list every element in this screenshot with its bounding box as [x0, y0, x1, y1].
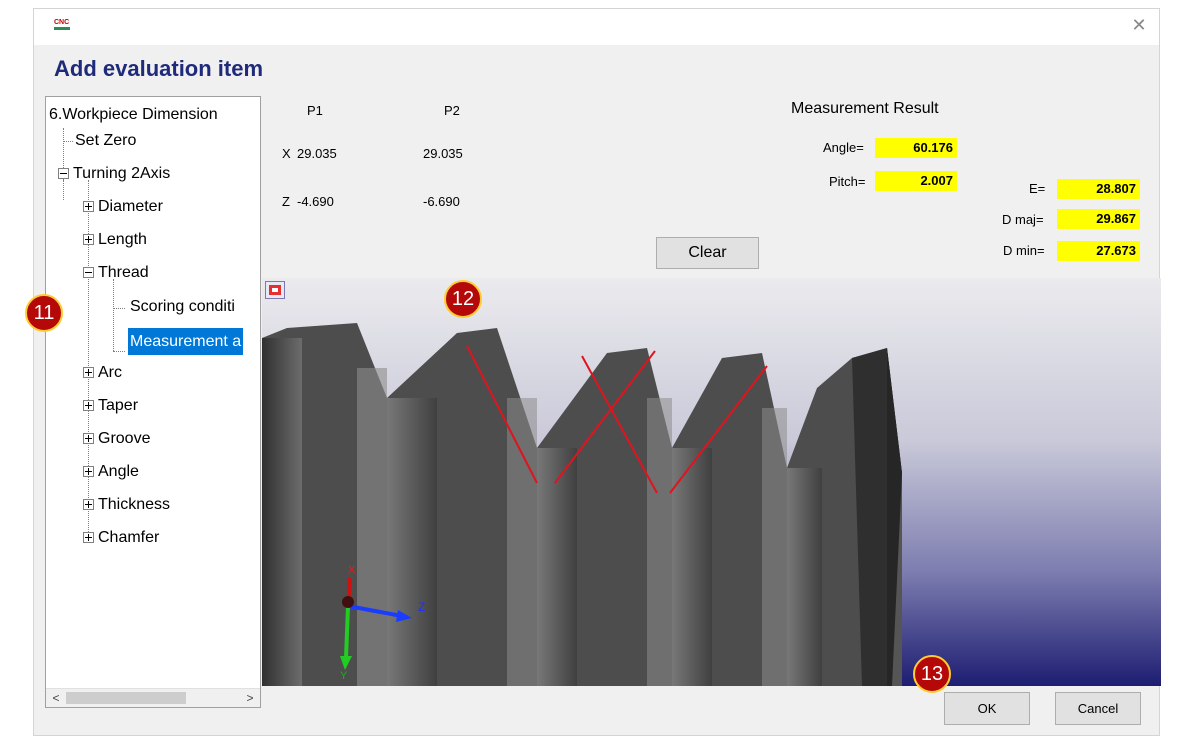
dialog-title: Add evaluation item [54, 56, 264, 81]
expand-icon[interactable] [83, 466, 94, 478]
tree-item-groove[interactable]: Groove [83, 428, 150, 450]
tree-item-length[interactable]: Length [83, 229, 147, 251]
app-icon-text: CNC [54, 19, 70, 26]
dmaj-label: D maj= [1002, 212, 1044, 227]
dmaj-value: 29.867 [1057, 209, 1140, 229]
ok-button[interactable]: OK [944, 692, 1030, 725]
collapse-icon[interactable] [83, 267, 94, 279]
axis-z-label: Z [418, 600, 426, 614]
tree-item-chamfer[interactable]: Chamfer [83, 527, 159, 549]
z-p1-value: -4.690 [297, 194, 334, 209]
dmin-label: D min= [1003, 243, 1045, 258]
close-button[interactable]: ✕ [1129, 15, 1149, 35]
tree-root[interactable]: 6.Workpiece Dimension [49, 104, 218, 126]
tree-item-diameter[interactable]: Diameter [83, 196, 163, 218]
tree-item-set-zero[interactable]: Set Zero [75, 130, 136, 152]
col-header-p2: P2 [444, 103, 460, 118]
expand-icon[interactable] [83, 400, 94, 412]
angle-label: Angle= [823, 140, 864, 155]
angle-value: 60.176 [875, 138, 957, 158]
view-fit-icon[interactable] [265, 281, 285, 299]
col-header-p1: P1 [307, 103, 323, 118]
expand-icon[interactable] [83, 532, 94, 544]
pitch-label: Pitch= [829, 174, 866, 189]
expand-icon[interactable] [83, 499, 94, 511]
evaluation-tree[interactable]: 6.Workpiece Dimension Set Zero Turning 2… [45, 96, 261, 708]
tree-item-scoring-conditions[interactable]: Scoring conditi [130, 296, 235, 318]
callout-badge-13: 13 [913, 655, 951, 693]
3d-viewport[interactable]: X Z Y [262, 278, 1161, 686]
app-icon: CNC [54, 19, 70, 31]
expand-icon[interactable] [83, 367, 94, 379]
callout-badge-12: 12 [444, 280, 482, 318]
tree-item-arc[interactable]: Arc [83, 362, 122, 384]
tree-horizontal-scrollbar[interactable]: < > [46, 688, 260, 707]
callout-badge-11: 11 [25, 294, 63, 332]
clear-button[interactable]: Clear [656, 237, 759, 269]
tree-item-thickness[interactable]: Thickness [83, 494, 170, 516]
expand-icon[interactable] [83, 234, 94, 246]
z-p2-value: -6.690 [423, 194, 460, 209]
x-label: X [282, 146, 291, 161]
expand-icon[interactable] [83, 201, 94, 213]
scroll-thumb[interactable] [66, 692, 186, 704]
tree-item-turning-2axis[interactable]: Turning 2Axis [58, 163, 170, 185]
tree-item-measurement[interactable]: Measurement a [128, 328, 244, 355]
e-value: 28.807 [1057, 179, 1140, 199]
thread-model [262, 323, 902, 686]
tree-item-thread[interactable]: Thread [83, 262, 149, 284]
axis-y-label: Y [340, 670, 348, 682]
x-p1-value: 29.035 [297, 146, 337, 161]
axis-x-label: X [348, 564, 356, 576]
tree-item-taper[interactable]: Taper [83, 395, 138, 417]
e-label: E= [1029, 181, 1046, 196]
expand-icon[interactable] [83, 433, 94, 445]
scroll-right-icon[interactable]: > [242, 689, 258, 707]
collapse-icon[interactable] [58, 168, 69, 180]
pitch-value: 2.007 [875, 171, 957, 191]
z-label: Z [282, 194, 290, 209]
x-p2-value: 29.035 [423, 146, 463, 161]
dialog-window: CNC ✕ Add evaluation item 6.Workpiece Di… [33, 8, 1161, 736]
cancel-button[interactable]: Cancel [1055, 692, 1141, 725]
scroll-left-icon[interactable]: < [48, 689, 64, 707]
measurement-result-title: Measurement Result [791, 100, 939, 117]
dmin-value: 27.673 [1057, 241, 1140, 261]
title-bar: CNC ✕ [34, 9, 1159, 45]
tree-item-angle[interactable]: Angle [83, 461, 139, 483]
